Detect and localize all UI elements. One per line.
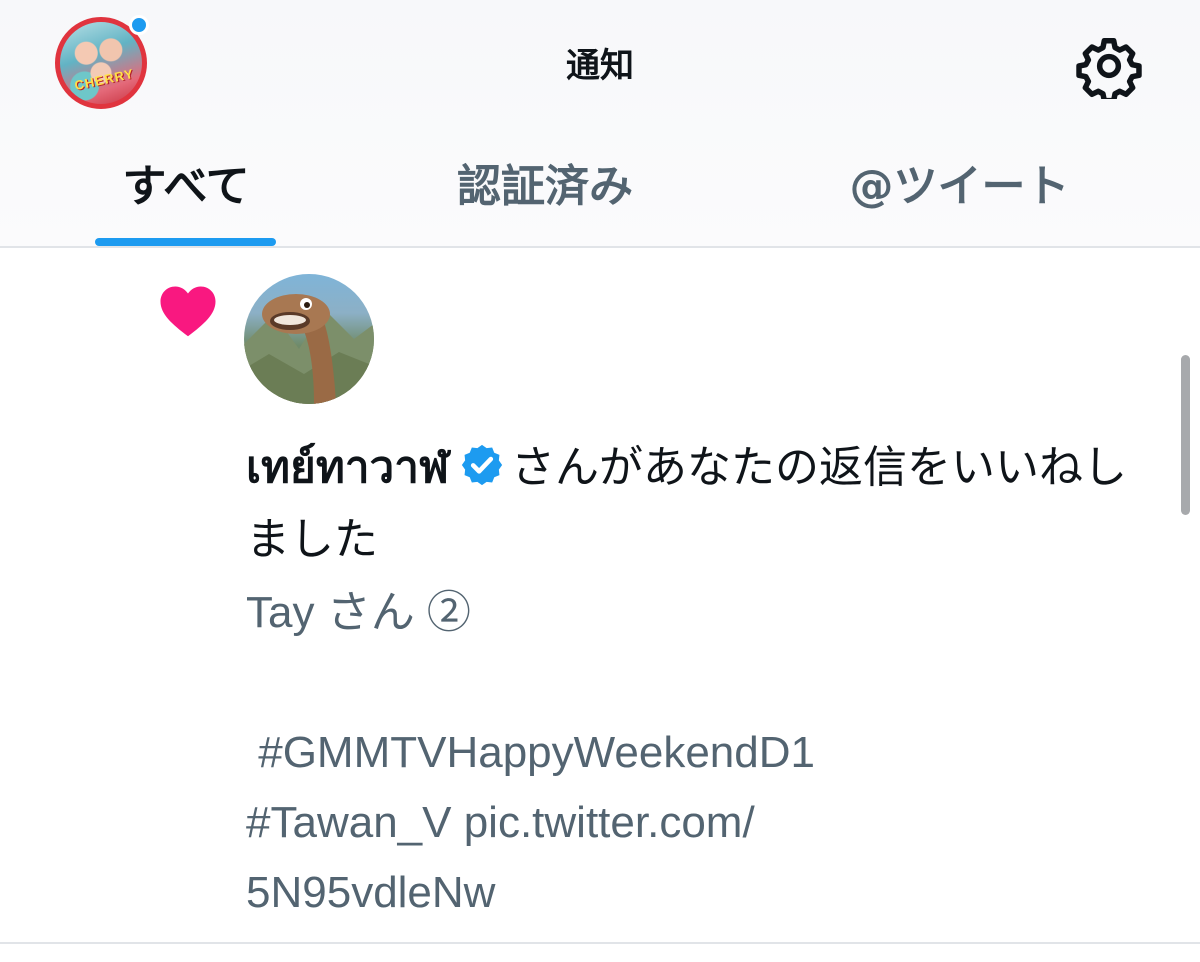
notification-message: เทย์ทาวาฬ さんがあなたの返信をいいねしました bbox=[246, 432, 1156, 576]
active-tab-indicator bbox=[95, 238, 276, 246]
gear-icon[interactable] bbox=[1076, 33, 1142, 99]
unread-dot bbox=[129, 15, 149, 35]
divider bbox=[0, 942, 1200, 944]
tweet-preview-text: Tay さん ② #GMMTVHappyWeekendD1 #Tawan_V p… bbox=[246, 588, 815, 917]
scrollbar[interactable] bbox=[1181, 355, 1190, 515]
user-avatar[interactable] bbox=[244, 274, 374, 404]
heart-icon bbox=[160, 286, 216, 337]
header: CHERRY 通知 すべて 認証済み @ツイート bbox=[0, 0, 1200, 248]
tab-all[interactable]: すべて bbox=[95, 150, 277, 230]
username[interactable]: เทย์ทาวาฬ bbox=[246, 442, 449, 493]
verified-badge-icon bbox=[461, 444, 503, 486]
page-title: 通知 bbox=[566, 46, 634, 86]
notifications-screen: CHERRY 通知 すべて 認証済み @ツイート เทย์ทาวาฬ さんがあな… bbox=[0, 0, 1200, 962]
dinosaur-avatar-image bbox=[244, 294, 374, 404]
notification-item[interactable]: เทย์ทาวาฬ さんがあなたの返信をいいねしました Tay さん ② #GMM… bbox=[0, 250, 1200, 942]
tab-mentions[interactable]: @ツイート bbox=[812, 150, 1107, 230]
tab-verified[interactable]: 認証済み bbox=[420, 150, 670, 230]
tab-bar: すべて 認証済み @ツイート bbox=[0, 150, 1200, 248]
